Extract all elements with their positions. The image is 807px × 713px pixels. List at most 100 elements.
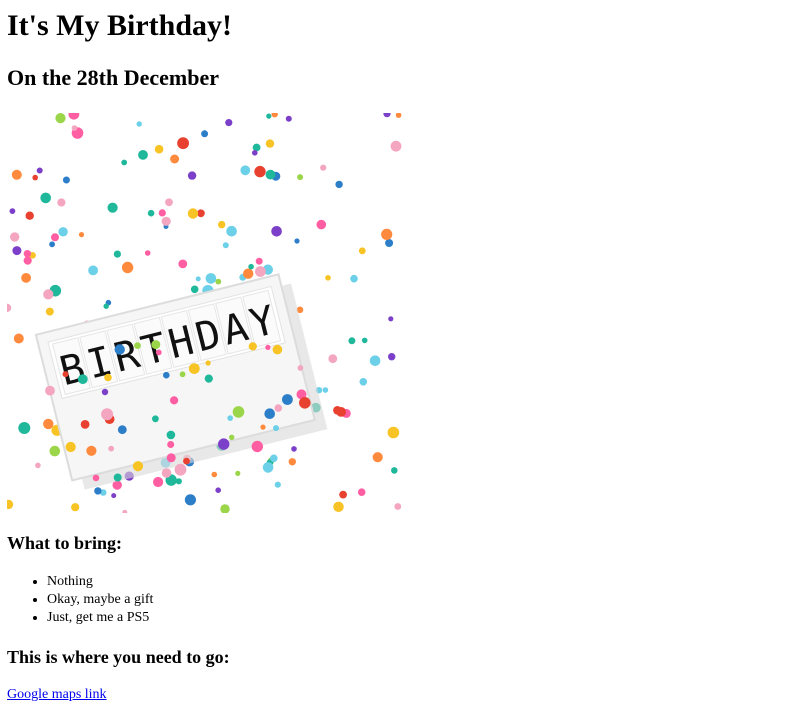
confetti-dot <box>190 285 199 294</box>
confetti-dot <box>227 415 233 421</box>
date-subtitle: On the 28th December <box>7 65 220 90</box>
confetti-dot <box>251 440 263 453</box>
confetti-dot <box>248 263 254 270</box>
confetti-dot <box>294 238 300 244</box>
confetti-dot <box>113 473 122 482</box>
confetti-dot <box>358 247 366 255</box>
confetti-dot <box>264 408 276 420</box>
confetti-dot <box>252 150 258 156</box>
what-to-bring-heading: What to bring: <box>7 533 123 553</box>
confetti-dot <box>45 307 54 316</box>
confetti-dot <box>271 226 282 237</box>
confetti-dot <box>274 481 281 488</box>
confetti-dot <box>158 209 166 217</box>
confetti-dot <box>167 441 175 448</box>
confetti-dot <box>336 407 346 417</box>
confetti-dot <box>273 425 279 432</box>
confetti-dot <box>117 425 127 435</box>
confetti-dot <box>80 420 90 429</box>
list-item: Okay, maybe a gift <box>47 591 153 609</box>
confetti-dot <box>335 180 343 189</box>
confetti-dot <box>215 278 222 285</box>
confetti-dot <box>348 337 356 345</box>
confetti-dot <box>11 169 22 180</box>
confetti-dot <box>322 387 329 393</box>
confetti-dot <box>232 406 245 418</box>
confetti-dot <box>291 446 297 452</box>
confetti-dot <box>187 208 199 219</box>
confetti-dot <box>179 371 186 378</box>
confetti-dot <box>205 273 217 284</box>
confetti-dot <box>297 174 304 181</box>
confetti-dot <box>299 397 311 409</box>
confetti-dot <box>57 198 66 207</box>
confetti-dot <box>35 462 41 469</box>
birthday-photo: BIRTHDAY <box>7 113 407 513</box>
list-item: Just, get me a PS5 <box>47 609 153 627</box>
confetti-dot <box>211 471 218 478</box>
bring-list: Nothing Okay, maybe a gift Just, get me … <box>7 573 153 627</box>
confetti-dot <box>88 265 98 276</box>
confetti-dot <box>49 241 55 248</box>
confetti-dot <box>266 113 272 119</box>
confetti-dot <box>361 337 368 344</box>
confetti-dot <box>113 250 121 258</box>
confetti-dot <box>240 165 251 176</box>
confetti-dot <box>43 418 54 430</box>
confetti-dot <box>23 256 32 265</box>
confetti-dot <box>282 394 293 405</box>
confetti-dot <box>101 388 109 396</box>
confetti-dot <box>138 150 148 160</box>
confetti-dot <box>350 274 358 283</box>
confetti-dot <box>166 453 176 463</box>
confetti-dot <box>114 344 125 355</box>
confetti-dot <box>77 374 88 385</box>
confetti-dot <box>265 139 275 148</box>
confetti-dot <box>49 445 61 457</box>
confetti-dot <box>92 474 100 482</box>
confetti-dot <box>184 494 196 506</box>
confetti-dot <box>254 165 266 178</box>
confetti-dot <box>222 242 229 249</box>
confetti-dot <box>151 340 161 350</box>
confetti-dot <box>388 353 396 361</box>
confetti-dot <box>272 344 283 355</box>
confetti-dot <box>94 487 102 495</box>
confetti-dot <box>195 276 201 282</box>
confetti-dot <box>391 467 398 474</box>
confetti-dot <box>13 333 24 344</box>
confetti-dot <box>369 355 381 366</box>
confetti-dot <box>108 445 115 452</box>
confetti-dot <box>255 257 263 265</box>
confetti-dot <box>152 415 159 423</box>
confetti-dot <box>274 404 283 412</box>
confetti-dot <box>174 463 187 476</box>
confetti-dot <box>316 219 327 230</box>
confetti-dot <box>215 487 221 494</box>
confetti-dot <box>218 220 226 229</box>
confetti-dot <box>372 452 383 463</box>
confetti-dot <box>170 154 180 164</box>
confetti-dot <box>121 261 134 274</box>
confetti-dot <box>248 342 257 351</box>
confetti-dot <box>385 239 394 247</box>
page: It's My Birthday! On the 28th December B… <box>0 0 807 713</box>
confetti-dot <box>357 488 366 497</box>
confetti-dot <box>390 140 402 152</box>
confetti-dot <box>387 426 400 439</box>
confetti-dot <box>161 468 172 478</box>
confetti-dot <box>62 176 70 184</box>
confetti-dot <box>188 363 200 374</box>
confetti-dot <box>58 227 68 237</box>
google-maps-link[interactable]: Google maps link <box>7 686 107 704</box>
confetti-dot <box>359 378 368 386</box>
confetti-dot <box>170 396 179 405</box>
confetti-dot <box>226 225 237 237</box>
confetti-dot <box>147 209 155 217</box>
confetti-dot <box>36 167 43 174</box>
confetti-dot <box>262 462 274 473</box>
confetti-dot <box>381 228 393 240</box>
confetti-dot <box>333 501 344 512</box>
confetti-dot <box>155 349 162 356</box>
confetti-dot <box>187 171 197 180</box>
